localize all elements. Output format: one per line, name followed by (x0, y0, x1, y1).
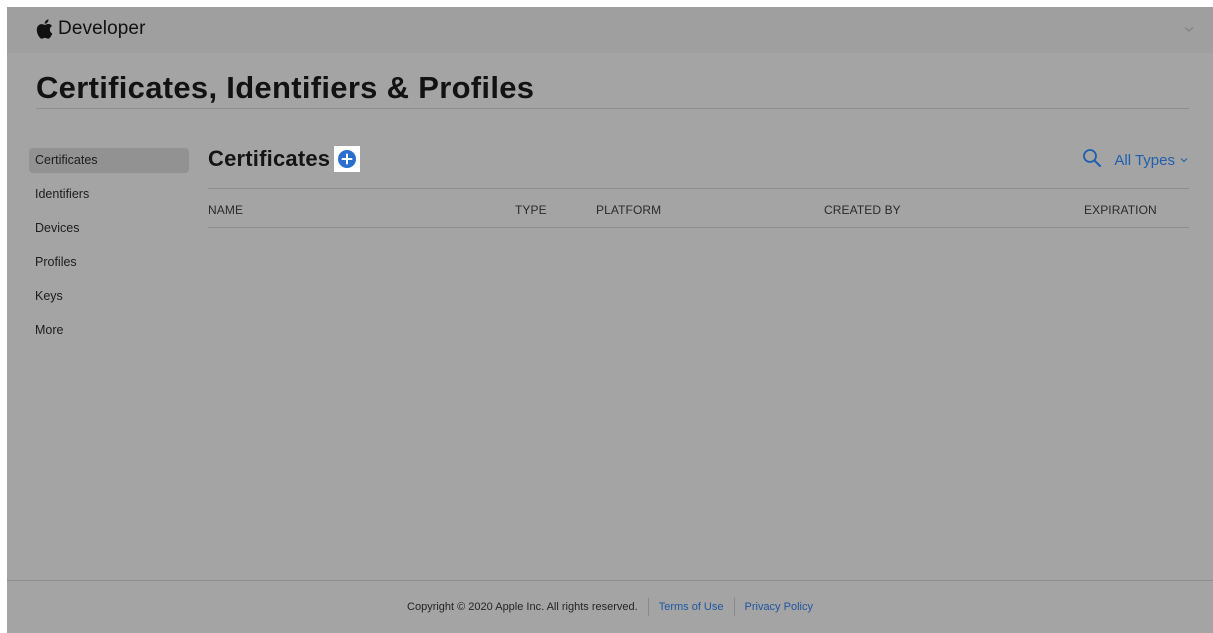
brand-label: Developer (58, 18, 146, 39)
type-filter-dropdown[interactable]: All Types (1114, 152, 1189, 169)
column-header-platform[interactable]: PLATFORM (596, 203, 661, 217)
developer-home-link[interactable]: Developer (36, 17, 146, 41)
section-title: Certificates (208, 146, 331, 171)
column-header-name[interactable]: NAME (208, 203, 243, 217)
page-overlay: Developer Certificates, Identifiers & Pr… (7, 7, 1213, 633)
column-header-type[interactable]: TYPE (515, 203, 547, 217)
column-header-created-by[interactable]: CREATED BY (824, 203, 901, 217)
footer-separator (733, 598, 735, 616)
terms-of-use-link[interactable]: Terms of Use (659, 601, 724, 613)
search-icon[interactable] (1082, 148, 1102, 173)
sidebar-nav: Certificates Identifiers Devices Profile… (29, 148, 189, 352)
sidebar-item-keys[interactable]: Keys (29, 284, 189, 309)
chevron-down-icon (1179, 152, 1189, 169)
sidebar-item-devices[interactable]: Devices (29, 216, 189, 241)
certificate-filter: All Types (1082, 148, 1189, 172)
sidebar-item-certificates[interactable]: Certificates (29, 148, 189, 173)
title-divider (36, 108, 1189, 109)
privacy-policy-link[interactable]: Privacy Policy (745, 601, 813, 613)
section-header: Certificates (208, 145, 361, 173)
apple-logo-icon (36, 19, 53, 39)
sidebar-item-identifiers[interactable]: Identifiers (29, 182, 189, 207)
page-title: Certificates, Identifiers & Profiles (36, 70, 535, 105)
table-header-divider (208, 227, 1189, 228)
type-filter-value: All Types (1114, 151, 1175, 169)
global-nav-bar: Developer (7, 7, 1213, 53)
sidebar-item-more[interactable]: More (29, 318, 189, 343)
sidebar-item-profiles[interactable]: Profiles (29, 250, 189, 275)
column-header-expiration[interactable]: EXPIRATION (1084, 203, 1157, 217)
chevron-down-icon[interactable] (1182, 22, 1196, 36)
footer-separator (647, 598, 649, 616)
plus-circle-icon (338, 150, 357, 168)
footer: Copyright © 2020 Apple Inc. All rights r… (7, 581, 1213, 633)
table-top-divider (208, 188, 1189, 189)
copyright-text: Copyright © 2020 Apple Inc. All rights r… (407, 601, 638, 613)
add-certificate-button[interactable] (334, 146, 361, 172)
